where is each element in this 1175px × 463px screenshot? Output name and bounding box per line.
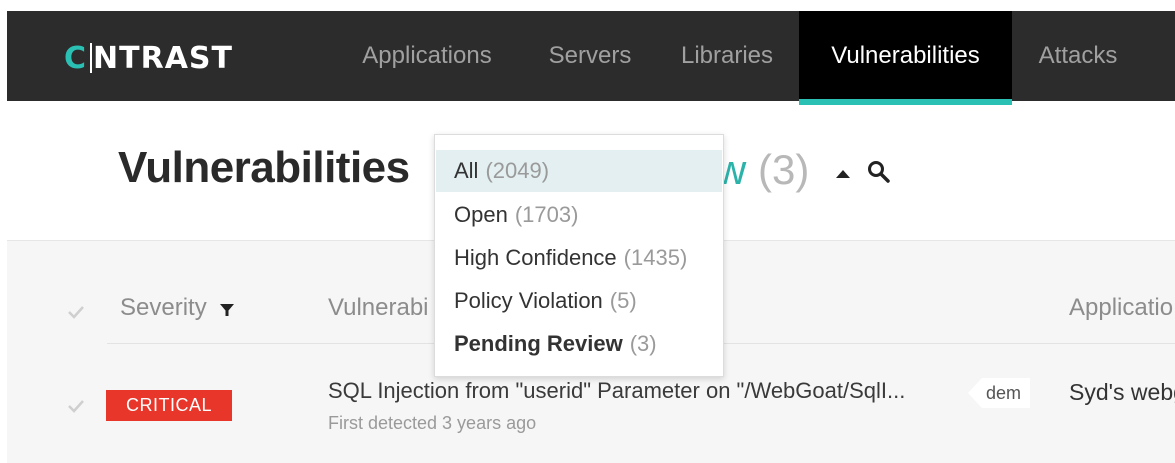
severity-badge: CRITICAL <box>106 390 232 421</box>
option-count: (5) <box>609 288 637 313</box>
column-header-vulnerability[interactable]: Vulnerabi <box>328 294 429 322</box>
filter-option-all[interactable]: All (2049) <box>436 150 722 192</box>
tab-vulnerabilities[interactable]: Vulnerabilities <box>799 11 1012 105</box>
filter-icon[interactable] <box>219 302 235 318</box>
page-title: Vulnerabilities <box>118 143 410 192</box>
option-label: Open <box>454 202 508 227</box>
top-nav-bar: C NTRAST Applications Servers Libraries … <box>7 11 1175 105</box>
option-count: (1703) <box>514 202 579 227</box>
option-count: (2049) <box>485 158 550 183</box>
tab-servers[interactable]: Servers <box>526 11 654 101</box>
logo-mark: C <box>64 40 88 76</box>
filter-option-policy-violation[interactable]: Policy Violation (5) <box>436 280 722 322</box>
option-label: High Confidence <box>454 245 617 270</box>
column-label: Severity <box>120 294 207 321</box>
saved-view-selector[interactable]: w (3) <box>716 146 809 194</box>
first-detected-text: First detected 3 years ago <box>328 413 537 433</box>
status-filter-dropdown: All (2049) Open (1703) High Confidence (… <box>434 134 724 377</box>
tab-label: Attacks <box>1038 42 1118 69</box>
tab-label: Applications <box>362 42 492 69</box>
column-label: Vulnerabi <box>328 294 429 321</box>
tab-attacks[interactable]: Attacks <box>1012 11 1144 101</box>
application-name-link[interactable]: Syd's webg <box>1069 379 1175 406</box>
tab-label: Vulnerabilities <box>831 42 980 69</box>
option-count: (3) <box>629 331 657 356</box>
tab-applications[interactable]: Applications <box>328 11 526 101</box>
tab-label: Libraries <box>680 42 774 69</box>
column-label: Applicatio <box>1069 294 1174 321</box>
option-label: Pending Review <box>454 331 623 356</box>
saved-view-count: (3) <box>758 146 810 193</box>
row-checkbox[interactable] <box>66 398 86 414</box>
logo-text: NTRAST <box>93 40 233 76</box>
vulnerability-title-link[interactable]: SQL Injection from "userid" Parameter on… <box>328 378 905 404</box>
option-count: (1435) <box>623 245 688 270</box>
select-all-checkbox[interactable] <box>66 304 86 320</box>
option-label: Policy Violation <box>454 288 603 313</box>
filter-option-high-confidence[interactable]: High Confidence (1435) <box>436 237 722 279</box>
caret-up-icon[interactable] <box>836 170 850 178</box>
filter-option-pending-review[interactable]: Pending Review (3) <box>436 323 722 365</box>
column-header-severity[interactable]: Severity <box>120 294 207 322</box>
search-icon[interactable] <box>866 159 892 185</box>
tab-libraries[interactable]: Libraries <box>654 11 800 101</box>
contrast-logo[interactable]: C NTRAST <box>64 40 233 76</box>
tab-label: Servers <box>548 42 632 69</box>
option-label: All <box>454 158 479 183</box>
logo-divider <box>90 43 93 73</box>
column-header-application[interactable]: Applicatio <box>1069 294 1173 322</box>
filter-option-open[interactable]: Open (1703) <box>436 194 722 236</box>
